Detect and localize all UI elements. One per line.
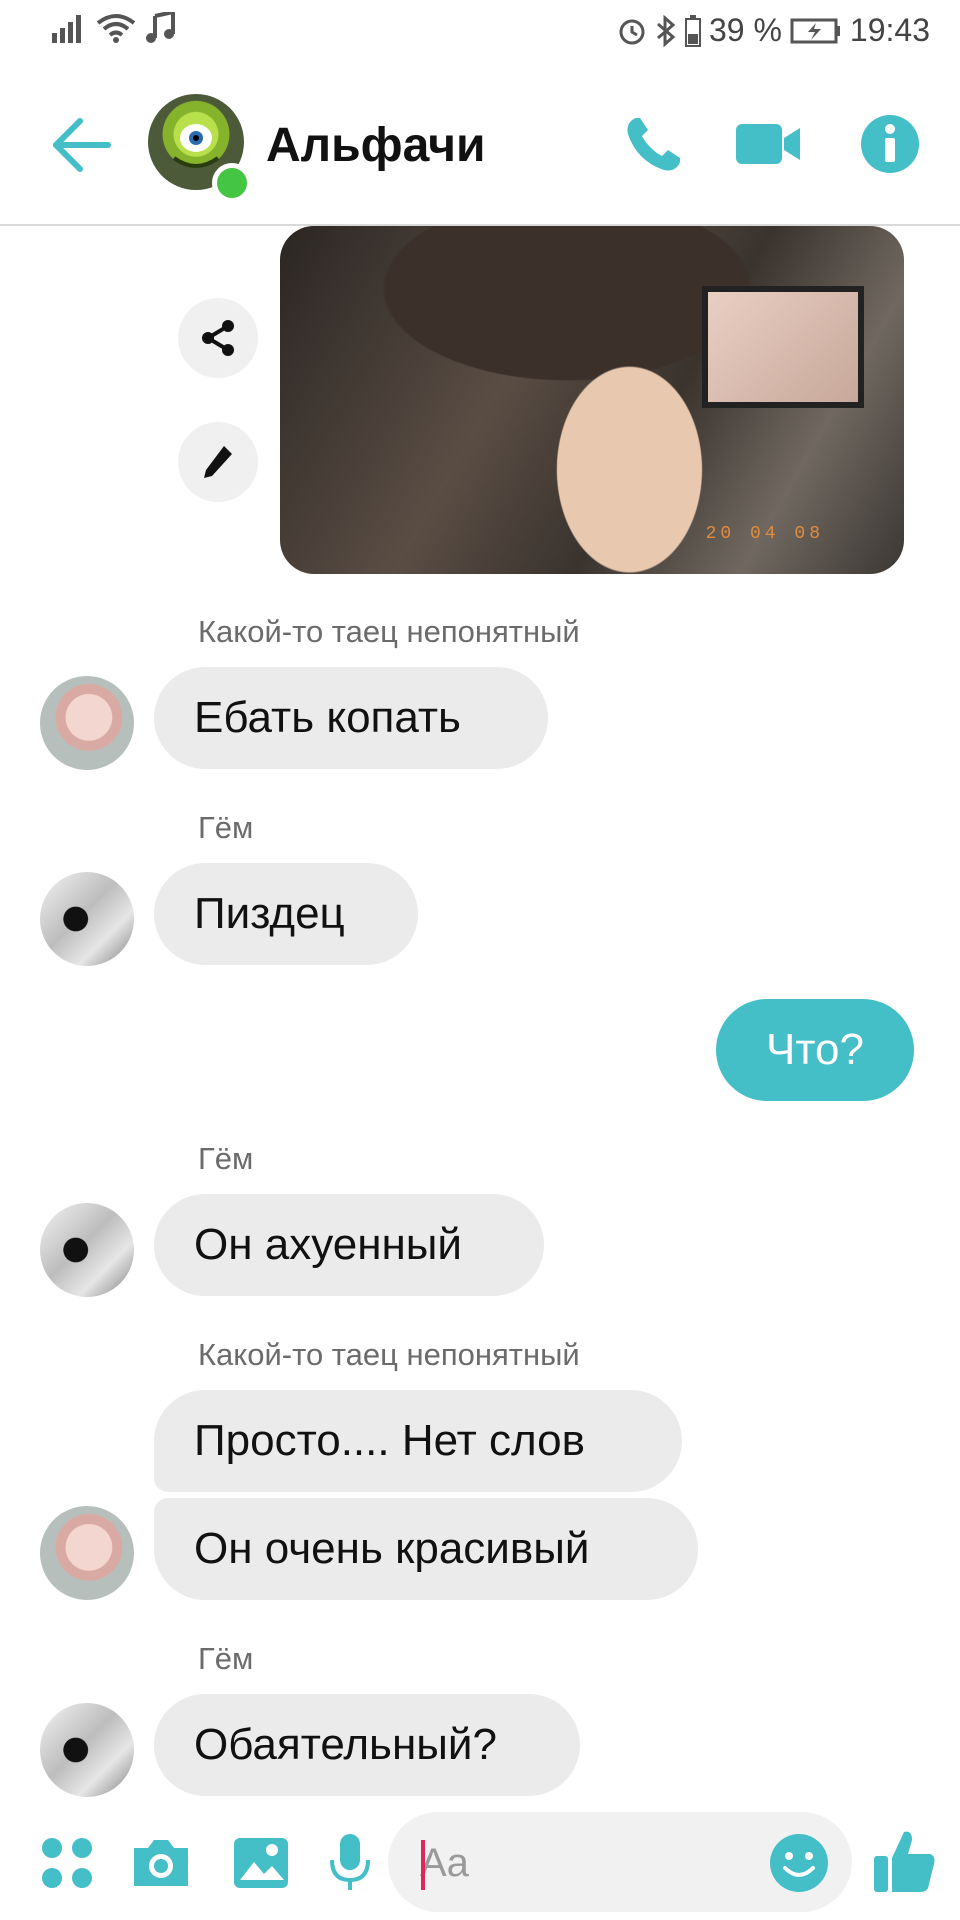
battery-icon — [684, 14, 701, 47]
chat-title[interactable]: Альфачи — [266, 118, 486, 173]
message-bubble[interactable]: Просто.... Нет слов — [154, 1390, 682, 1492]
avatar[interactable] — [40, 1203, 134, 1297]
status-bar: 39 % 19:43 — [0, 0, 960, 62]
sender-name: Гём — [198, 1641, 254, 1676]
photo-background-screen — [702, 286, 864, 408]
message-input[interactable] — [420, 1838, 750, 1888]
photo-message[interactable]: 20 04 08 — [280, 226, 904, 574]
emoji-icon[interactable] — [768, 1832, 830, 1894]
bluetooth-icon — [657, 14, 676, 47]
apps-grid-icon[interactable] — [40, 1836, 94, 1890]
wifi-icon — [96, 14, 136, 43]
message-bubble[interactable]: Обаятельный? — [154, 1694, 580, 1796]
alarm-icon — [619, 19, 645, 44]
status-right: 39 % 19:43 — [617, 12, 930, 49]
clock: 19:43 — [849, 12, 930, 48]
camera-icon[interactable] — [130, 1836, 192, 1890]
share-button[interactable] — [178, 298, 258, 378]
avatar[interactable] — [40, 872, 134, 966]
battery-percent: 39 % — [708, 12, 782, 48]
text-cursor — [421, 1840, 425, 1890]
video-camera-icon[interactable] — [734, 112, 802, 176]
message-bubble[interactable]: Ебать копать — [154, 667, 548, 769]
charging-icon — [790, 18, 840, 43]
sender-name: Какой-то таец непонятный — [198, 1337, 580, 1372]
sender-name: Гём — [198, 810, 254, 845]
share-icon — [202, 320, 234, 356]
back-arrow-icon[interactable] — [50, 115, 112, 175]
message-bubble[interactable]: Он ахуенный — [154, 1194, 544, 1296]
sender-name: Какой-то таец непонятный — [198, 614, 580, 649]
edit-button[interactable] — [178, 422, 258, 502]
phone-icon[interactable] — [622, 112, 686, 176]
status-left — [52, 12, 176, 44]
avatar[interactable] — [40, 1703, 134, 1797]
thumbs-up-icon[interactable] — [872, 1826, 938, 1896]
signal-icon — [52, 15, 81, 43]
message-bubble[interactable]: Пиздец — [154, 863, 418, 965]
my-message-bubble[interactable]: Что? — [716, 999, 914, 1101]
message-bubble[interactable]: Он очень красивый — [154, 1498, 698, 1600]
music-note-icon — [146, 12, 175, 43]
photo-date-stamp: 20 04 08 — [705, 524, 824, 544]
avatar[interactable] — [40, 1506, 134, 1600]
sender-name: Гём — [198, 1141, 254, 1176]
pencil-icon — [204, 446, 232, 478]
avatar[interactable] — [40, 676, 134, 770]
online-indicator — [212, 163, 252, 203]
microphone-icon[interactable] — [328, 1832, 372, 1894]
gallery-icon[interactable] — [232, 1834, 290, 1892]
info-icon[interactable] — [858, 112, 922, 176]
